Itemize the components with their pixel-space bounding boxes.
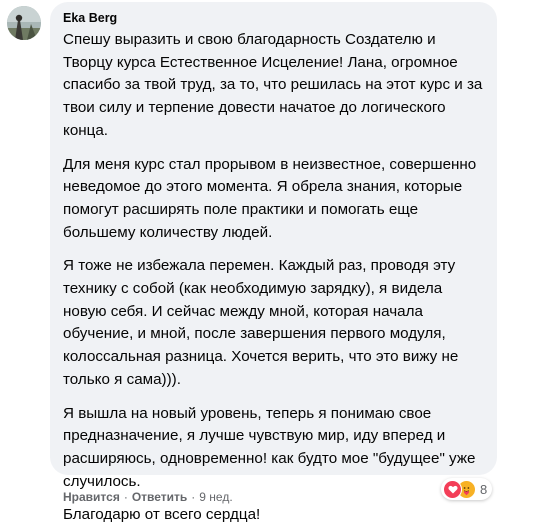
comment-body: Спешу выразить и свою благодарность Созд…	[62, 29, 485, 527]
comment-actions: Нравится · Ответить · 9 нед.	[63, 490, 233, 504]
reply-button[interactable]: Ответить	[132, 490, 187, 504]
separator: ·	[191, 490, 196, 504]
avatar[interactable]	[7, 6, 41, 40]
heart-icon	[443, 479, 462, 499]
comment-paragraph: Спешу выразить и свою благодарность Созд…	[63, 31, 483, 139]
reaction-count: 8	[480, 481, 488, 497]
like-button[interactable]: Нравится	[63, 490, 120, 504]
reactions-summary[interactable]: 8	[441, 478, 493, 500]
comment-bubble: Eka Berg Спешу выразить и свою благодарн…	[50, 2, 497, 523]
author-name[interactable]: Eka Berg	[63, 11, 485, 26]
comment-paragraph: Для меня курс стал прорывом в неизвестно…	[63, 155, 477, 241]
comment-paragraph: Я вышла на новый уровень, теперь я поним…	[63, 404, 476, 490]
comment-paragraph: Благодарю от всего сердца!	[63, 506, 261, 524]
comment-paragraph: Я тоже не избежала перемен. Каждый раз, …	[63, 257, 459, 388]
separator: ·	[123, 490, 128, 504]
timestamp[interactable]: 9 нед.	[199, 490, 232, 504]
